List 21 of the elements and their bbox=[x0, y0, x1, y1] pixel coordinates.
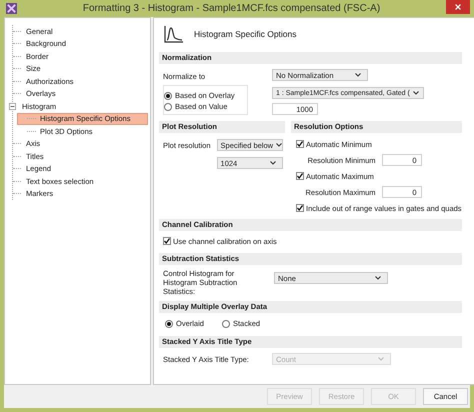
caret-icon bbox=[355, 73, 361, 77]
radio-button[interactable] bbox=[222, 320, 230, 328]
histogram-icon bbox=[164, 25, 184, 43]
collapse-icon[interactable] bbox=[9, 102, 16, 110]
caret-icon bbox=[375, 276, 381, 280]
close-button[interactable] bbox=[446, 0, 470, 14]
radio-button[interactable] bbox=[165, 320, 173, 328]
window-title: Formatting 3 - Histogram - Sample1MCF.fcs compensated (FSC-A) bbox=[82, 3, 382, 14]
checkbox[interactable] bbox=[296, 204, 304, 212]
checkbox[interactable] bbox=[163, 237, 171, 245]
page-title: Histogram Specific Options bbox=[194, 29, 297, 39]
radio-button[interactable] bbox=[164, 102, 172, 110]
caret-icon bbox=[378, 357, 384, 361]
checkbox[interactable] bbox=[296, 140, 304, 148]
caret-icon bbox=[412, 91, 419, 95]
radio-button[interactable] bbox=[164, 92, 172, 100]
app-icon bbox=[6, 3, 17, 14]
close-icon bbox=[454, 3, 462, 11]
checkbox[interactable] bbox=[296, 172, 304, 180]
caret-icon bbox=[270, 161, 276, 165]
caret-icon bbox=[276, 143, 282, 147]
